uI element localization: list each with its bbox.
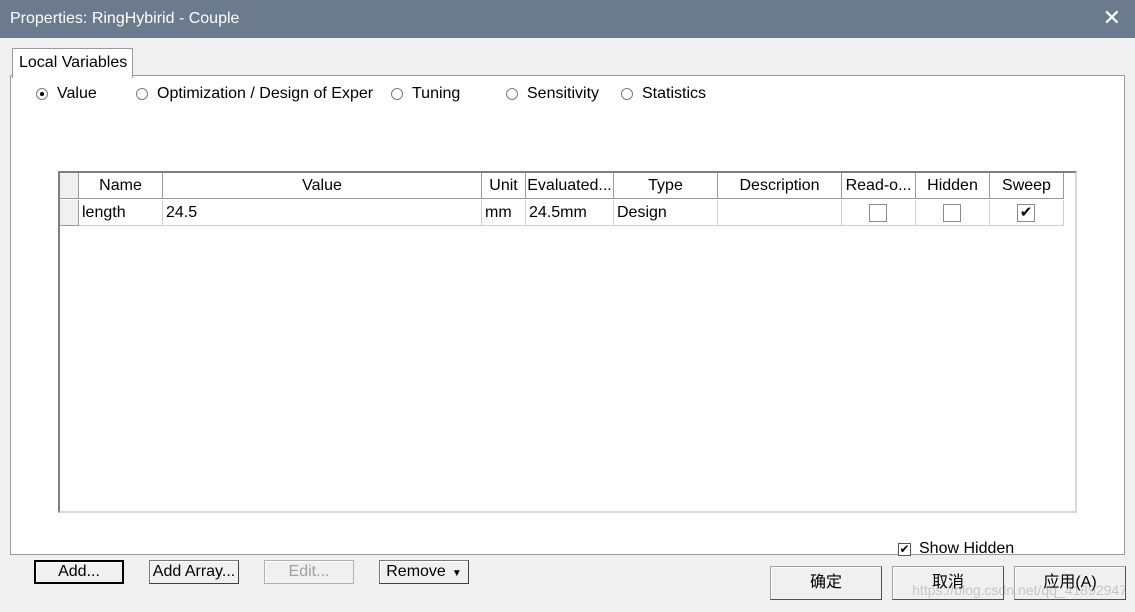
radio-selected-icon: [36, 88, 48, 100]
grid-corner[interactable]: [60, 173, 79, 199]
show-hidden-checkbox[interactable]: ✔ Show Hidden: [898, 540, 1014, 558]
close-icon[interactable]: ✕: [1103, 7, 1121, 29]
cell-unit[interactable]: mm: [482, 200, 526, 226]
radio-icon: [506, 88, 518, 100]
radio-value-label: Value: [57, 85, 97, 102]
column-header-read-only[interactable]: Read-o...: [842, 173, 916, 199]
column-header-unit[interactable]: Unit: [482, 173, 526, 199]
radio-optimization[interactable]: Optimization / Design of Exper: [136, 85, 373, 103]
cell-sweep: ✔: [990, 200, 1064, 226]
watermark: https://blog.csdn.net/qq_41892947: [912, 582, 1127, 598]
variables-grid[interactable]: Name Value Unit Evaluated... Type Descri…: [58, 171, 1077, 513]
ok-button[interactable]: 确定: [770, 566, 882, 600]
title-bar: Properties: RingHybirid - Couple ✕: [0, 0, 1135, 38]
show-hidden-label: Show Hidden: [919, 540, 1015, 557]
column-header-evaluated[interactable]: Evaluated...: [526, 173, 614, 199]
column-header-description[interactable]: Description: [718, 173, 842, 199]
column-header-type[interactable]: Type: [614, 173, 718, 199]
column-header-value[interactable]: Value: [163, 173, 482, 199]
radio-icon: [621, 88, 633, 100]
radio-optimization-label: Optimization / Design of Exper: [157, 85, 374, 102]
checkmark-icon: ✔: [898, 541, 911, 556]
radio-statistics-label: Statistics: [642, 85, 707, 102]
cell-value[interactable]: 24.5: [163, 200, 482, 226]
read-only-checkbox[interactable]: [869, 204, 887, 222]
dialog-body: Local Variables Value Optimization / Des…: [0, 38, 1135, 612]
cell-hidden: [916, 200, 990, 226]
radio-value[interactable]: Value: [36, 85, 97, 103]
dropdown-arrow-icon: ▼: [451, 568, 462, 579]
remove-button[interactable]: Remove ▼: [379, 560, 469, 584]
radio-sensitivity-label: Sensitivity: [527, 85, 600, 102]
tab-local-variables[interactable]: Local Variables: [12, 48, 133, 78]
sweep-checkbox[interactable]: ✔: [1017, 204, 1035, 222]
remove-button-label: Remove: [386, 563, 446, 580]
column-header-hidden[interactable]: Hidden: [916, 173, 990, 199]
cell-read-only: [842, 200, 916, 226]
edit-button[interactable]: Edit...: [264, 560, 354, 584]
radio-statistics[interactable]: Statistics: [621, 85, 706, 103]
cell-description[interactable]: [718, 200, 842, 226]
cell-evaluated: 24.5mm: [526, 200, 614, 226]
tab-panel: Value Optimization / Design of Exper Tun…: [10, 75, 1125, 584]
column-header-sweep[interactable]: Sweep: [990, 173, 1064, 199]
window-title: Properties: RingHybirid - Couple: [10, 10, 240, 27]
add-button[interactable]: Add...: [34, 560, 124, 584]
hidden-checkbox[interactable]: [943, 204, 961, 222]
add-array-button[interactable]: Add Array...: [149, 560, 239, 584]
row-header[interactable]: [60, 200, 79, 226]
radio-icon: [136, 88, 148, 100]
column-header-name[interactable]: Name: [79, 173, 163, 199]
radio-tuning[interactable]: Tuning: [391, 85, 460, 103]
cell-name[interactable]: length: [79, 200, 163, 226]
radio-tuning-label: Tuning: [412, 85, 461, 102]
checkmark-icon: ✔: [1019, 204, 1033, 221]
radio-sensitivity[interactable]: Sensitivity: [506, 85, 599, 103]
cell-type[interactable]: Design: [614, 200, 718, 226]
radio-icon: [391, 88, 403, 100]
